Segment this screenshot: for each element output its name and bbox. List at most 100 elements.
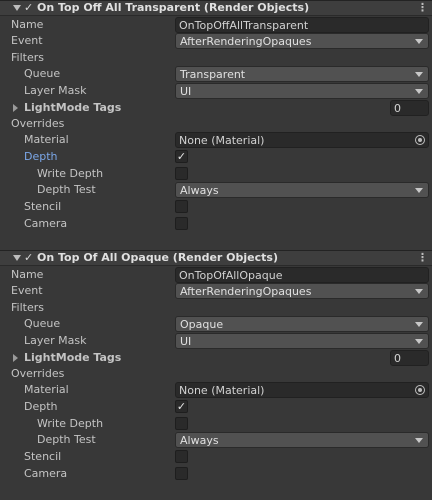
- kebab-menu-icon[interactable]: ⋮: [417, 251, 428, 264]
- name-label: Name: [11, 18, 44, 31]
- event-label: Event: [11, 34, 43, 47]
- depth-row: Depth ✓: [0, 399, 432, 415]
- overrides-label: Overrides: [11, 367, 65, 380]
- queue-dropdown[interactable]: Opaque: [175, 316, 429, 332]
- event-value: AfterRenderingOpaques: [180, 35, 312, 48]
- camera-checkbox[interactable]: [175, 217, 188, 230]
- stencil-checkbox[interactable]: [175, 200, 188, 213]
- depth-test-label: Depth Test: [37, 183, 96, 196]
- dropdown-caret-icon: [415, 188, 423, 193]
- depth-label: Depth: [24, 150, 58, 163]
- layer-mask-row: Layer Mask UI: [0, 83, 432, 99]
- camera-label: Camera: [24, 467, 68, 480]
- material-field[interactable]: None (Material): [175, 382, 429, 398]
- layer-mask-label: Layer Mask: [24, 334, 87, 347]
- feature-enabled-checkbox[interactable]: ✓: [24, 251, 33, 264]
- depth-test-value: Always: [180, 184, 219, 197]
- material-value: None (Material): [179, 384, 265, 397]
- dropdown-caret-icon: [415, 289, 423, 294]
- event-value: AfterRenderingOpaques: [180, 285, 312, 298]
- filters-section[interactable]: Filters: [0, 50, 432, 66]
- name-label: Name: [11, 268, 44, 281]
- overrides-section[interactable]: Overrides: [0, 116, 432, 132]
- write-depth-label: Write Depth: [37, 167, 104, 180]
- depth-checkbox[interactable]: ✓: [175, 150, 188, 163]
- write-depth-checkbox[interactable]: [175, 417, 188, 430]
- layer-mask-label: Layer Mask: [24, 84, 87, 97]
- foldout-collapsed-icon[interactable]: [13, 354, 18, 362]
- depth-test-value: Always: [180, 434, 219, 447]
- write-depth-row: Write Depth: [0, 416, 432, 432]
- write-depth-row: Write Depth: [0, 166, 432, 182]
- event-label: Event: [11, 284, 43, 297]
- name-field[interactable]: OnTopOffAllTransparent: [175, 17, 429, 33]
- stencil-label: Stencil: [24, 450, 62, 463]
- camera-row: Camera: [0, 466, 432, 482]
- filters-section[interactable]: Filters: [0, 300, 432, 316]
- stencil-row: Stencil: [0, 449, 432, 465]
- material-value: None (Material): [179, 134, 265, 147]
- event-row: Event AfterRenderingOpaques: [0, 283, 432, 299]
- kebab-menu-icon[interactable]: ⋮: [417, 1, 428, 14]
- material-row: Material None (Material): [0, 382, 432, 398]
- depth-test-row: Depth Test Always: [0, 432, 432, 448]
- layer-mask-value: UI: [180, 335, 192, 348]
- lightmode-tags-count[interactable]: 0: [390, 100, 429, 116]
- name-field[interactable]: OnTopOfAllOpaque: [175, 267, 429, 283]
- lightmode-tags-label[interactable]: LightMode Tags: [24, 351, 121, 364]
- object-picker-icon[interactable]: [415, 385, 425, 395]
- dropdown-caret-icon: [415, 322, 423, 327]
- feature-title: On Top Off All Transparent (Render Objec…: [37, 1, 310, 14]
- depth-row: Depth ✓: [0, 149, 432, 165]
- layer-mask-row: Layer Mask UI: [0, 333, 432, 349]
- material-label: Material: [24, 383, 69, 396]
- camera-row: Camera: [0, 216, 432, 232]
- renderer-feature-transparent: ✓ On Top Off All Transparent (Render Obj…: [0, 0, 432, 249]
- write-depth-label: Write Depth: [37, 417, 104, 430]
- dropdown-caret-icon: [415, 72, 423, 77]
- camera-label: Camera: [24, 217, 68, 230]
- dropdown-caret-icon: [415, 438, 423, 443]
- foldout-expanded-icon[interactable]: [13, 255, 21, 261]
- depth-test-dropdown[interactable]: Always: [175, 182, 429, 198]
- queue-label: Queue: [24, 317, 61, 330]
- layer-mask-dropdown[interactable]: UI: [175, 83, 429, 99]
- foldout-expanded-icon[interactable]: [13, 5, 21, 11]
- lightmode-tags-count[interactable]: 0: [390, 350, 429, 366]
- camera-checkbox[interactable]: [175, 467, 188, 480]
- layer-mask-dropdown[interactable]: UI: [175, 333, 429, 349]
- overrides-label: Overrides: [11, 117, 65, 130]
- foldout-collapsed-icon[interactable]: [13, 104, 18, 112]
- object-picker-icon[interactable]: [415, 135, 425, 145]
- depth-test-dropdown[interactable]: Always: [175, 432, 429, 448]
- queue-dropdown[interactable]: Transparent: [175, 66, 429, 82]
- material-label: Material: [24, 133, 69, 146]
- queue-label: Queue: [24, 67, 61, 80]
- stencil-checkbox[interactable]: [175, 450, 188, 463]
- depth-checkbox[interactable]: ✓: [175, 400, 188, 413]
- depth-test-row: Depth Test Always: [0, 182, 432, 198]
- dropdown-caret-icon: [415, 39, 423, 44]
- feature-header[interactable]: ✓ On Top Off All Transparent (Render Obj…: [0, 0, 432, 16]
- overrides-section[interactable]: Overrides: [0, 366, 432, 382]
- dropdown-caret-icon: [415, 339, 423, 344]
- queue-row: Queue Transparent: [0, 66, 432, 82]
- stencil-row: Stencil: [0, 199, 432, 215]
- lightmode-tags-label[interactable]: LightMode Tags: [24, 101, 121, 114]
- feature-title: On Top Of All Opaque (Render Objects): [37, 251, 278, 264]
- event-dropdown[interactable]: AfterRenderingOpaques: [175, 33, 429, 49]
- event-dropdown[interactable]: AfterRenderingOpaques: [175, 283, 429, 299]
- layer-mask-value: UI: [180, 85, 192, 98]
- name-row: Name OnTopOfAllOpaque: [0, 267, 432, 283]
- filters-label: Filters: [11, 51, 44, 64]
- write-depth-checkbox[interactable]: [175, 167, 188, 180]
- feature-header[interactable]: ✓ On Top Of All Opaque (Render Objects) …: [0, 250, 432, 266]
- queue-row: Queue Opaque: [0, 316, 432, 332]
- material-field[interactable]: None (Material): [175, 132, 429, 148]
- queue-value: Opaque: [180, 318, 224, 331]
- depth-label: Depth: [24, 400, 58, 413]
- lightmode-tags-row: LightMode Tags 0: [0, 350, 432, 366]
- feature-enabled-checkbox[interactable]: ✓: [24, 1, 33, 14]
- event-row: Event AfterRenderingOpaques: [0, 33, 432, 49]
- filters-label: Filters: [11, 301, 44, 314]
